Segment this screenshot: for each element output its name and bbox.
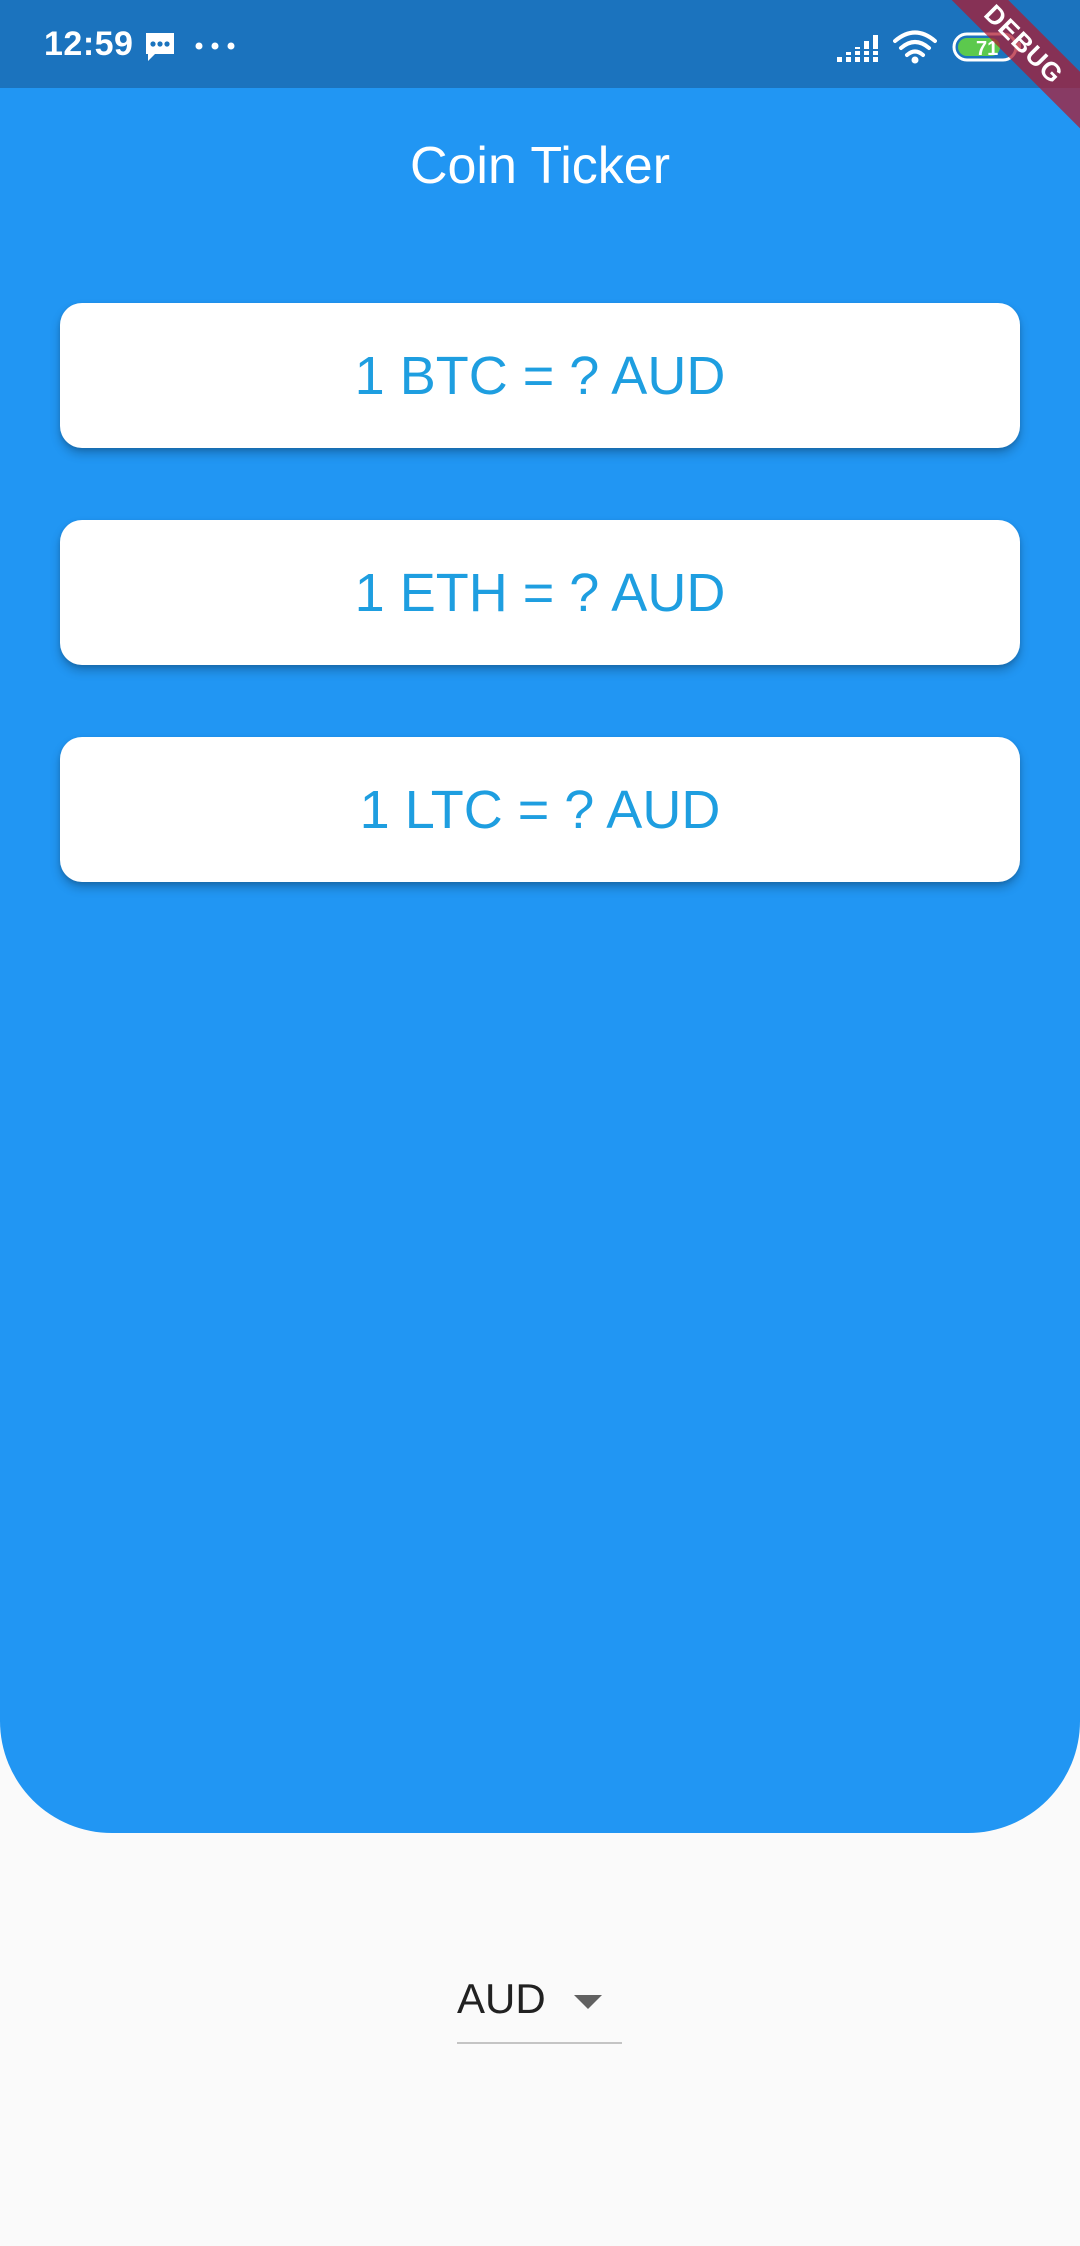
message-icon xyxy=(146,33,174,61)
dropdown-arrow-icon xyxy=(574,1995,602,2009)
rate-card-btc: 1 BTC = ? AUD xyxy=(60,303,1020,448)
more-dots-icon xyxy=(195,42,235,50)
status-bar: 12:59 71 xyxy=(0,0,1080,88)
signal-icon xyxy=(836,35,880,62)
rate-card-ltc: 1 LTC = ? AUD xyxy=(60,737,1020,882)
currency-selected-value: AUD xyxy=(457,1975,546,2022)
rate-label: 1 LTC = ? AUD xyxy=(359,779,721,840)
wifi-icon xyxy=(893,30,937,64)
page-title: Coin Ticker xyxy=(409,137,671,195)
rate-label: 1 BTC = ? AUD xyxy=(354,345,726,406)
rate-label: 1 ETH = ? AUD xyxy=(354,562,726,623)
status-time: 12:59 xyxy=(44,25,134,63)
currency-dropdown[interactable]: AUD xyxy=(457,1966,622,2044)
rate-card-eth: 1 ETH = ? AUD xyxy=(60,520,1020,665)
